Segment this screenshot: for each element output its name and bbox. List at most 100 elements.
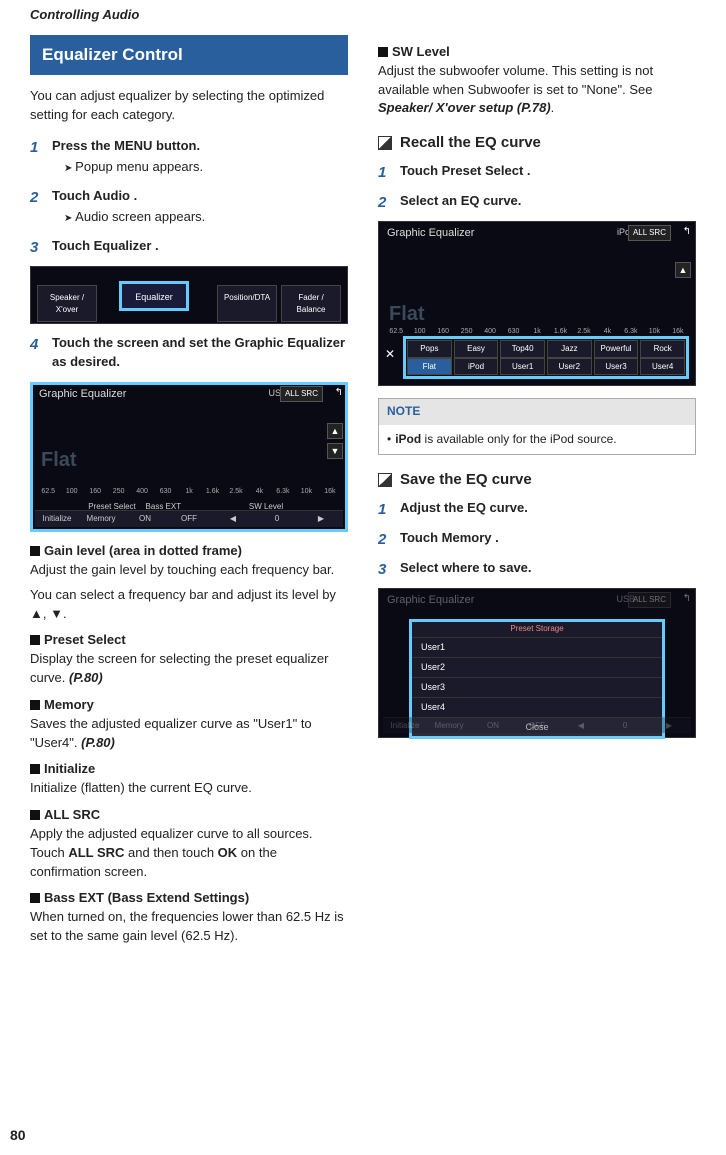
save-step-1: 1 Adjust the EQ curve. [378, 499, 696, 521]
equalizer-label: Equalizer [94, 238, 152, 253]
intro-text: You can adjust equalizer by selecting th… [30, 87, 348, 125]
save-screenshot: Graphic Equalizer USB ALL SRC ↰ Preset S… [378, 588, 696, 738]
audio-menu-screenshot: Speaker / X'over Equalizer Position/DTAF… [30, 266, 348, 324]
step-2-result: Audio screen appears. [52, 208, 348, 227]
preset-easy: Easy [454, 340, 499, 358]
item-gain-desc1: Adjust the gain level by touching each f… [30, 561, 348, 580]
allsrc-button: ALL SRC [628, 592, 671, 608]
equalizer-button-highlighted: Equalizer [119, 281, 189, 311]
square-bullet-icon [30, 810, 40, 820]
step-number: 2 [378, 529, 392, 551]
page-header: Controlling Audio [30, 0, 696, 31]
down-arrow-icon: ▼ [327, 443, 343, 459]
frequency-labels: 62.51001602504006301k1.6k2.5k4k6.3k10k16… [37, 487, 341, 497]
item-initialize-desc: Initialize (flatten) the current EQ curv… [30, 779, 348, 798]
item-preset-desc: Display the screen for selecting the pre… [30, 650, 348, 688]
preset-user1: User1 [500, 358, 545, 376]
back-icon: ↰ [683, 592, 691, 607]
subsection-recall: Recall the EQ curve [378, 132, 696, 154]
item-memory: Memory [30, 696, 348, 715]
step-3: 3 Touch Equalizer . [30, 237, 348, 259]
step-number: 1 [378, 162, 392, 184]
step-number: 1 [30, 137, 44, 179]
audio-label: Audio [93, 188, 130, 203]
preset-jazz: Jazz [547, 340, 592, 358]
subsection-icon [378, 136, 392, 150]
screenshot-title: Graphic Equalizer [39, 387, 126, 403]
step-1-post: button. [152, 138, 200, 153]
allsrc-button: ALL SRC [628, 225, 671, 241]
step-4: 4 Touch the screen and set the Graphic E… [30, 334, 348, 374]
page-number: 80 [10, 1125, 26, 1145]
step-number: 4 [30, 334, 44, 374]
square-bullet-icon [30, 700, 40, 710]
step-number: 3 [378, 559, 392, 581]
item-bassext-desc: When turned on, the frequencies lower th… [30, 908, 348, 946]
screenshot-title: Graphic Equalizer [387, 593, 474, 609]
step-1-pre: Press the [52, 138, 114, 153]
square-bullet-icon [30, 635, 40, 645]
storage-user1: User1 [411, 638, 663, 658]
two-column-layout: Equalizer Control You can adjust equaliz… [30, 35, 696, 952]
step-2-pre: Touch [52, 188, 93, 203]
item-sw-desc: Adjust the subwoofer volume. This settin… [378, 62, 696, 119]
preset-ipod: iPod [454, 358, 499, 376]
flat-preset-label: Flat [389, 300, 425, 329]
flat-preset-label: Flat [41, 446, 77, 475]
position-dta-button: Position/DTA [217, 285, 277, 322]
item-bassext: Bass EXT (Bass Extend Settings) [30, 889, 348, 908]
step-2-post: . [130, 188, 137, 203]
preset-pops: Pops [407, 340, 452, 358]
save-step-2: 2 Touch Memory . [378, 529, 696, 551]
note-heading: NOTE [379, 399, 695, 424]
save-step-3: 3 Select where to save. [378, 559, 696, 581]
preset-powerful: Powerful [594, 340, 639, 358]
left-column: Equalizer Control You can adjust equaliz… [30, 35, 348, 952]
up-arrow-icon: ▲ [327, 423, 343, 439]
speaker-xover-button: Speaker / X'over [37, 285, 97, 322]
preset-user2: User2 [547, 358, 592, 376]
preset-top40: Top40 [500, 340, 545, 358]
preset-flat: Flat [407, 358, 452, 376]
subsection-icon [378, 473, 392, 487]
item-gain-level: Gain level (area in dotted frame) [30, 542, 348, 561]
preset-rock: Rock [640, 340, 685, 358]
square-bullet-icon [30, 764, 40, 774]
subsection-save: Save the EQ curve [378, 469, 696, 491]
square-bullet-icon [378, 47, 388, 57]
bottom-row-lower: InitializeMemoryONOFF◀0▶ [35, 510, 343, 527]
back-icon: ↰ [335, 386, 343, 401]
preset-user4: User4 [640, 358, 685, 376]
step-2: 2 Touch Audio . Audio screen appears. [30, 187, 348, 229]
preset-popup: PopsEasyTop40JazzPowerfulRock FlatiPodUs… [403, 336, 689, 379]
step-1: 1 Press the MENU button. Popup menu appe… [30, 137, 348, 179]
back-icon: ↰ [683, 225, 691, 240]
step-number: 1 [378, 499, 392, 521]
item-sw-level: SW Level [378, 43, 696, 62]
item-preset-select: Preset Select [30, 631, 348, 650]
right-column: SW Level Adjust the subwoofer volume. Th… [378, 35, 696, 952]
recall-screenshot: Graphic Equalizer iPod ALL SRC ↰ Flat ▲ … [378, 221, 696, 386]
up-arrow-icon: ▲ [675, 262, 691, 278]
note-body: •iPod is available only for the iPod sou… [379, 425, 695, 454]
graphic-equalizer-screenshot: Graphic Equalizer USB ALL SRC ↰ Flat ▲▼ … [30, 382, 348, 532]
preset-user3: User3 [594, 358, 639, 376]
item-memory-desc: Saves the adjusted equalizer curve as "U… [30, 715, 348, 753]
item-initialize: Initialize [30, 760, 348, 779]
step-1-result: Popup menu appears. [52, 158, 348, 177]
fader-balance-button: Fader / Balance [281, 285, 341, 322]
step-3-pre: Touch [52, 238, 94, 253]
bottom-row-lower: InitializeMemoryONOFF◀0▶ [383, 717, 691, 734]
storage-user2: User2 [411, 658, 663, 678]
close-icon: ✕ [385, 346, 395, 363]
square-bullet-icon [30, 546, 40, 556]
item-gain-desc2: You can select a frequency bar and adjus… [30, 586, 348, 624]
item-allsrc: ALL SRC [30, 806, 348, 825]
note-box: NOTE •iPod is available only for the iPo… [378, 398, 696, 455]
step-4-text: Touch the screen and set the Graphic Equ… [52, 335, 345, 369]
storage-user4: User4 [411, 698, 663, 718]
step-number: 2 [378, 192, 392, 214]
recall-step-1: 1 Touch Preset Select . [378, 162, 696, 184]
storage-user3: User3 [411, 678, 663, 698]
step-number: 3 [30, 237, 44, 259]
